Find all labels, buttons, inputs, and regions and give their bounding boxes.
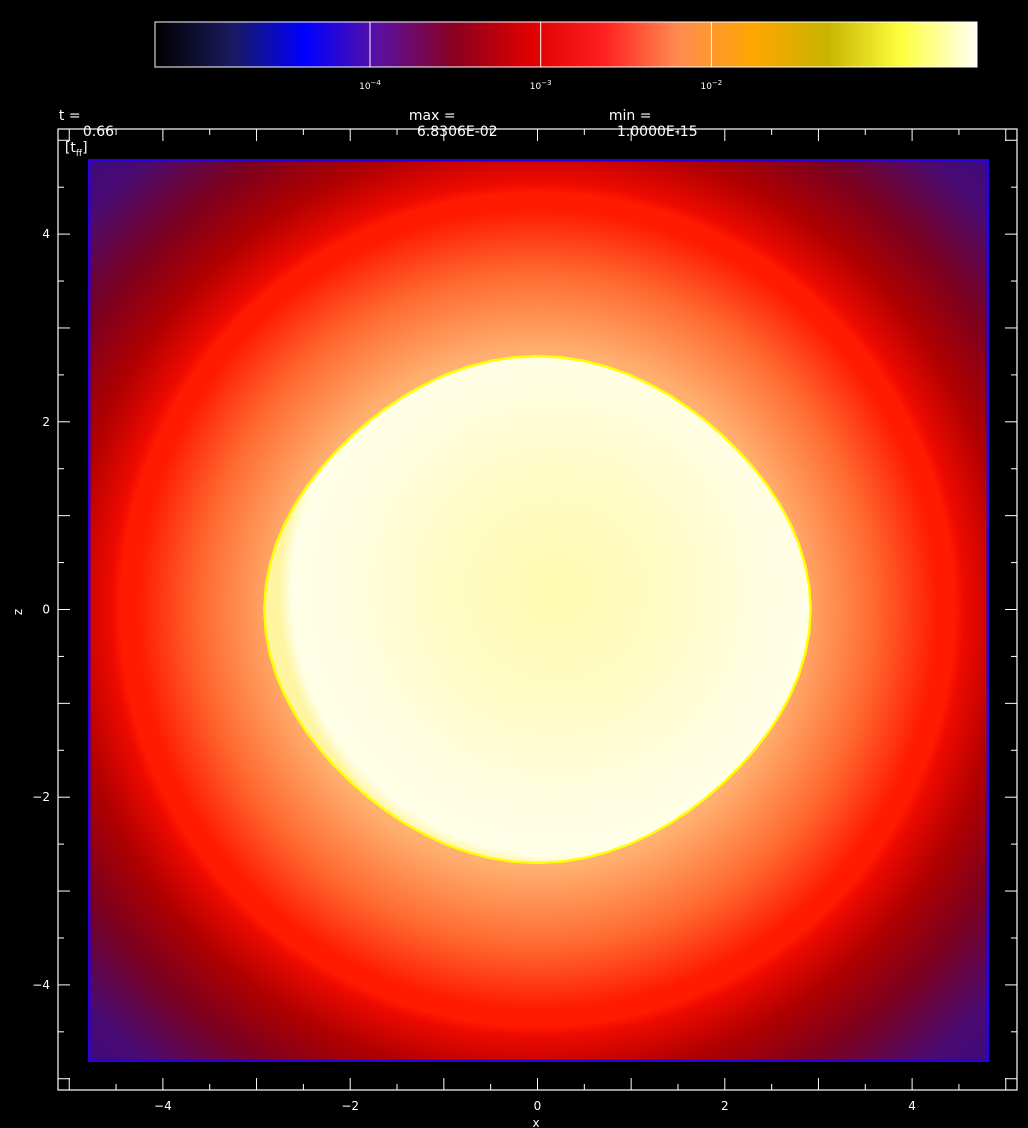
x-tick-label: −4: [154, 1099, 172, 1113]
x-tick-label: 2: [721, 1099, 729, 1113]
max-readout: max = 6.8306E-02: [400, 92, 498, 140]
y-tick-label: 2: [42, 415, 50, 429]
colorbar: 10−4 10−3 10−2: [154, 21, 978, 92]
time-unit-sub: ff: [75, 148, 83, 159]
time-unit: [tff]: [64, 140, 88, 159]
x-tick-label: −2: [341, 1099, 359, 1113]
max-value: 6.8306E-02: [416, 124, 498, 140]
colorbar-tick-label: 10−4: [359, 79, 381, 92]
y-axis-title: z: [11, 609, 25, 615]
x-tick-label: 4: [908, 1099, 916, 1113]
max-label: max =: [408, 108, 456, 124]
time-label: t =: [58, 108, 81, 124]
density-plot: 10−4 10−3 10−2 −4 −2 0 2 4 −4 −2 0 2 4 x z: [11, 21, 1018, 1128]
time-readout: t = 0.66 [tff]: [50, 92, 114, 159]
colorbar-tick-label: 10−2: [700, 79, 722, 92]
colorbar-tick-label: 10−3: [530, 79, 552, 92]
min-label: min =: [608, 108, 652, 124]
time-value: 0.66: [82, 124, 115, 140]
field-image: [88, 159, 989, 1062]
min-value: 1.0000E-15: [616, 124, 698, 140]
y-tick-label: 4: [42, 227, 50, 241]
colorbar-fill: [154, 21, 978, 68]
y-tick-label: 0: [42, 603, 50, 617]
y-tick-label: −4: [32, 978, 50, 992]
x-axis-title: x: [532, 1116, 539, 1128]
y-tick-label: −2: [32, 790, 50, 804]
min-readout: min = 1.0000E-15: [600, 92, 698, 140]
x-tick-label: 0: [534, 1099, 542, 1113]
